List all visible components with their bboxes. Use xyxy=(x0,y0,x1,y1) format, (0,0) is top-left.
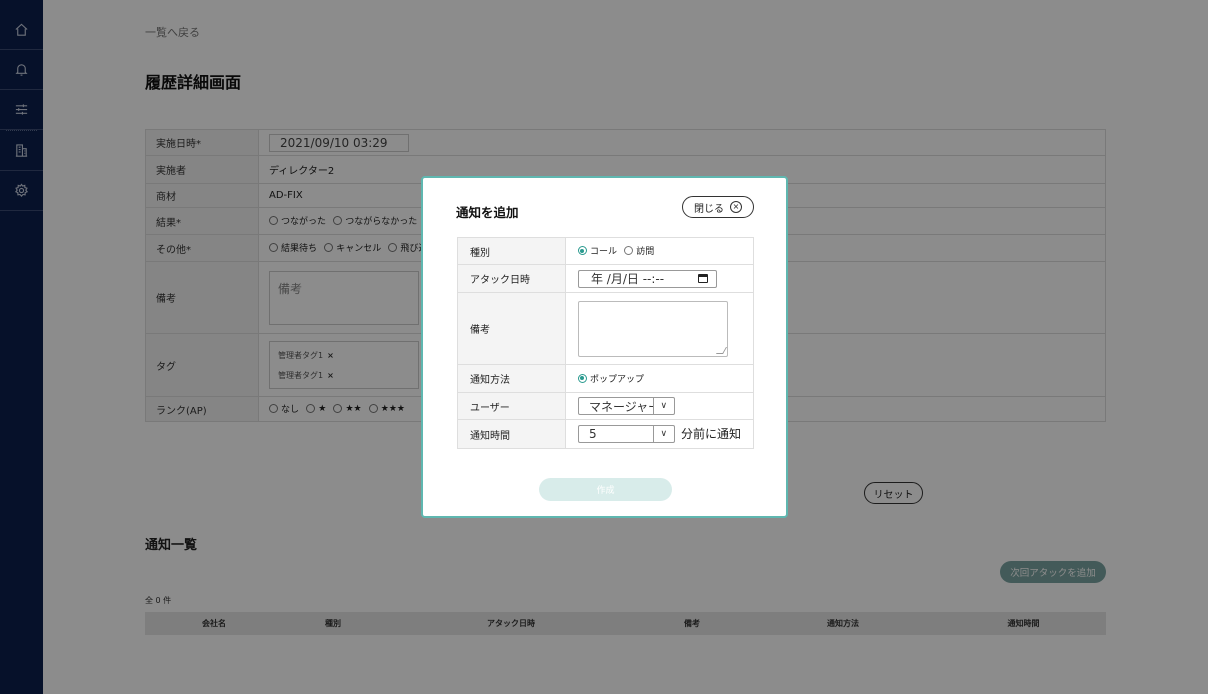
method-radio-popup[interactable]: ポップアップ xyxy=(577,372,644,385)
type-label: 種別 xyxy=(457,237,566,265)
attack-datetime-label: アタック日時 xyxy=(457,264,566,293)
modal-title: 通知を追加 xyxy=(456,205,519,220)
add-notification-modal: 通知を追加 閉じる × 種別 コール 訪問 アタック日時 年 /月/日 --:-… xyxy=(421,176,788,518)
modal-memo-textarea[interactable] xyxy=(577,300,728,357)
close-icon: × xyxy=(730,201,742,213)
method-label: 通知方法 xyxy=(457,364,566,393)
chevron-down-icon: ∨ xyxy=(652,426,674,442)
time-suffix: 分前に通知 xyxy=(680,427,741,441)
type-radio-call[interactable]: コール xyxy=(577,244,617,257)
time-select[interactable]: 5 ∨ xyxy=(577,425,675,443)
modal-memo-label: 備考 xyxy=(457,292,566,365)
attack-datetime-input[interactable]: 年 /月/日 --:-- xyxy=(577,269,717,288)
user-label: ユーザー xyxy=(457,392,566,420)
type-radio-visit[interactable]: 訪問 xyxy=(624,244,654,257)
notification-form: 種別 コール 訪問 アタック日時 年 /月/日 --:-- 備考 通知方法 ポッ… xyxy=(457,237,755,449)
calendar-icon[interactable] xyxy=(697,274,708,283)
user-select[interactable]: マネージャー∨ xyxy=(577,397,675,415)
create-button[interactable]: 作成 xyxy=(539,478,672,501)
chevron-down-icon: ∨ xyxy=(652,398,674,414)
time-label: 通知時間 xyxy=(457,419,566,449)
modal-close-button[interactable]: 閉じる × xyxy=(682,196,754,218)
